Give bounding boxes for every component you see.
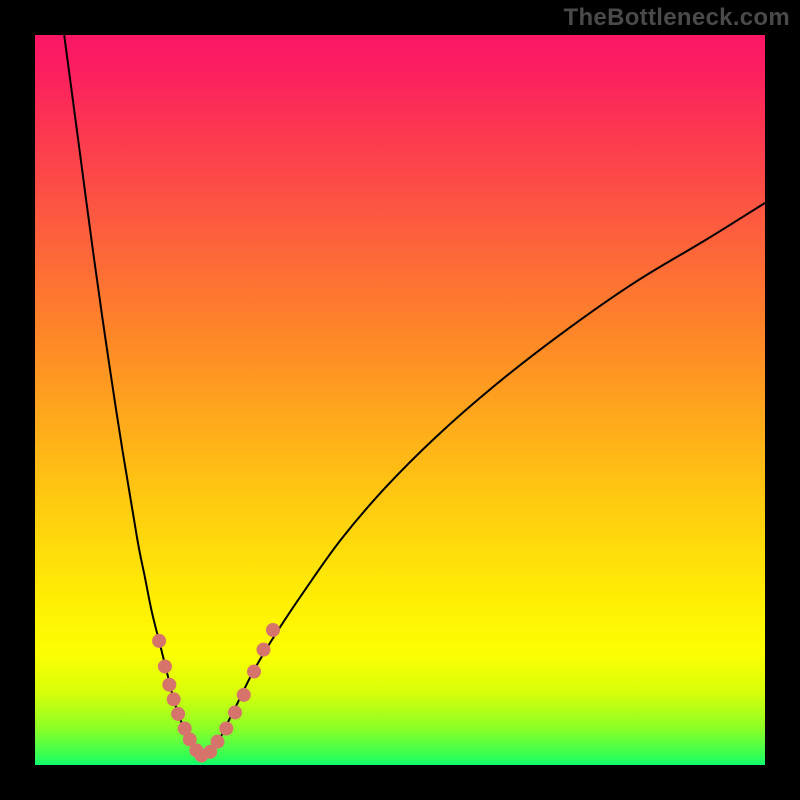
- curve-marker: [167, 692, 181, 706]
- curve-marker: [228, 705, 242, 719]
- curve-marker: [247, 665, 261, 679]
- chart-frame: TheBottleneck.com: [0, 0, 800, 800]
- right-curve: [203, 203, 765, 758]
- curve-marker: [171, 707, 185, 721]
- left-curve: [64, 35, 203, 758]
- curve-marker: [219, 722, 233, 736]
- curve-marker: [266, 623, 280, 637]
- curve-marker: [237, 688, 251, 702]
- curve-marker: [256, 643, 270, 657]
- plot-area: [35, 35, 765, 765]
- markers-left: [152, 634, 208, 763]
- curve-marker: [211, 735, 225, 749]
- curves-layer: [35, 35, 765, 765]
- curve-marker: [158, 659, 172, 673]
- curve-marker: [152, 634, 166, 648]
- curve-marker: [162, 678, 176, 692]
- markers-right: [203, 623, 280, 759]
- watermark-text: TheBottleneck.com: [564, 4, 790, 32]
